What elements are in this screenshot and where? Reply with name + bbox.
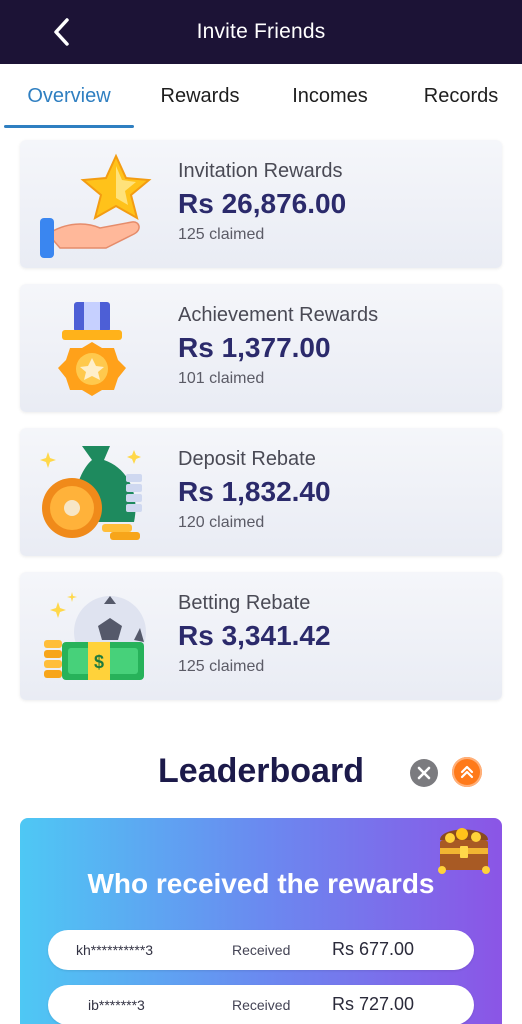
username: kh**********3 (76, 942, 154, 958)
app-header: Invite Friends (0, 0, 522, 64)
scroll-to-top-button[interactable] (452, 757, 482, 787)
soccer-cash-icon: $ (36, 582, 152, 690)
close-button[interactable] (410, 759, 438, 787)
betting-rebate-card[interactable]: $ Betting Rebate Rs 3,341.42 125 claimed (20, 572, 502, 700)
close-icon (417, 766, 431, 780)
page-title: Invite Friends (196, 20, 326, 43)
card-amount: Rs 1,832.40 (178, 476, 331, 507)
card-claimed-count: 125 claimed (178, 226, 265, 243)
double-chevron-up-icon (460, 765, 474, 779)
card-title: Achievement Rewards (178, 304, 379, 326)
card-title: Invitation Rewards (178, 160, 343, 182)
leaderboard-title: Leaderboard (158, 752, 364, 790)
list-item: kh**********3 Received Rs 677.00 (48, 930, 474, 970)
money-bag-icon (36, 438, 152, 546)
card-amount: Rs 26,876.00 (178, 188, 347, 219)
card-claimed-count: 125 claimed (178, 658, 265, 675)
card-amount: Rs 3,341.42 (178, 620, 331, 651)
tab-incomes[interactable]: Incomes (266, 64, 394, 128)
card-title: Deposit Rebate (178, 448, 316, 470)
card-claimed-count: 101 claimed (178, 370, 265, 387)
reward-amount: Rs 677.00 (332, 939, 415, 959)
status-label: Received (232, 942, 291, 958)
hand-star-icon (36, 150, 152, 258)
tab-overview[interactable]: Overview (4, 64, 134, 128)
rewards-panel-title: Who received the rewards (87, 868, 435, 899)
status-label: Received (232, 997, 291, 1013)
deposit-rebate-card[interactable]: Deposit Rebate Rs 1,832.40 120 claimed (20, 428, 502, 556)
card-claimed-count: 120 claimed (178, 514, 265, 531)
medal-icon (36, 294, 152, 402)
card-title: Betting Rebate (178, 592, 311, 614)
back-button[interactable] (44, 14, 80, 50)
svg-text:$: $ (94, 652, 104, 672)
card-amount: Rs 1,377.00 (178, 332, 331, 363)
achievement-rewards-card[interactable]: Achievement Rewards Rs 1,377.00 101 clai… (20, 284, 502, 412)
invitation-rewards-card[interactable]: Invitation Rewards Rs 26,876.00 125 clai… (20, 140, 502, 268)
active-tab-indicator (4, 125, 134, 128)
tab-bar: Overview Rewards Incomes Records (0, 64, 522, 128)
reward-amount: Rs 727.00 (332, 994, 415, 1014)
tab-rewards[interactable]: Rewards (136, 64, 264, 128)
tab-records[interactable]: Records (396, 64, 522, 128)
rewards-panel: Who received the rewards kh**********3 R… (20, 818, 502, 1024)
chevron-left-icon (54, 18, 69, 46)
username: ib*******3 (88, 997, 145, 1013)
list-item: ib*******3 Received Rs 727.00 (48, 985, 474, 1024)
